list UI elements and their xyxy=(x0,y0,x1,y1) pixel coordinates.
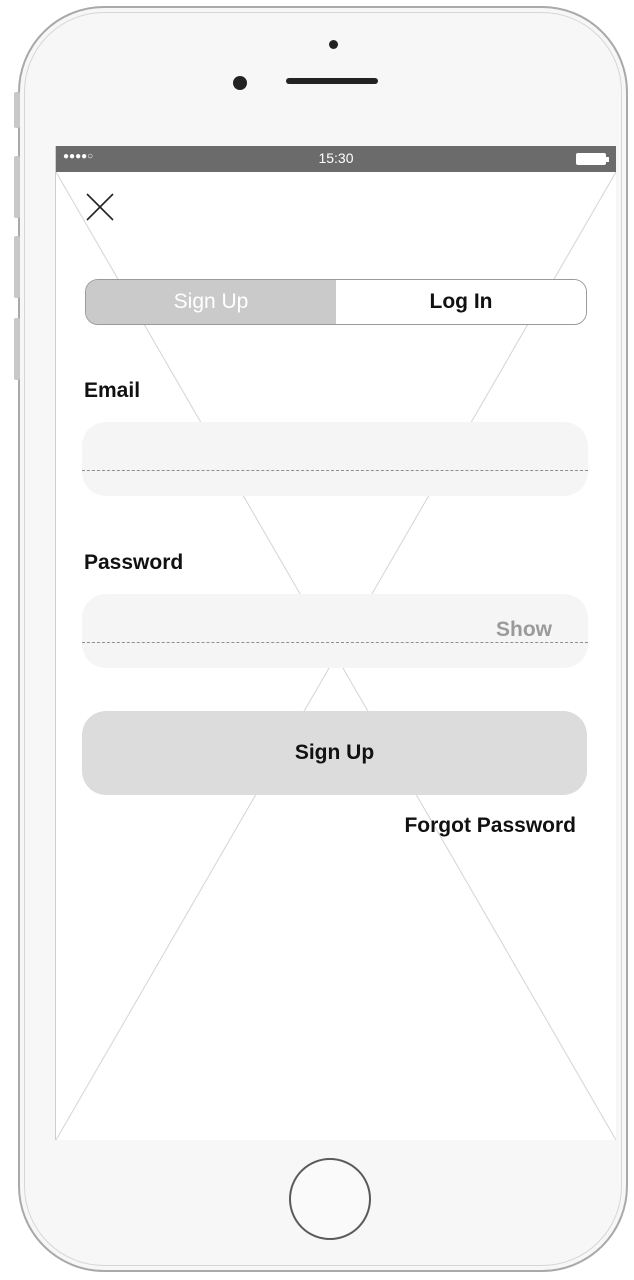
proximity-sensor xyxy=(329,40,338,49)
auth-tabs: Sign Up Log In xyxy=(85,279,587,325)
password-label: Password xyxy=(84,551,184,574)
email-field[interactable] xyxy=(82,422,588,496)
home-button[interactable] xyxy=(289,1158,371,1240)
side-button xyxy=(14,318,20,380)
close-button[interactable] xyxy=(85,192,115,222)
email-label: Email xyxy=(84,379,141,402)
battery-icon xyxy=(576,153,609,165)
forgot-password-link[interactable]: Forgot Password xyxy=(404,814,576,838)
screen: ●●●●○ 15:30 Sign Up Log In Email Passwor… xyxy=(55,146,616,1140)
password-underline xyxy=(82,642,588,643)
sign-up-button[interactable]: Sign Up xyxy=(82,711,587,795)
status-time: 15:30 xyxy=(318,150,354,166)
show-password-button[interactable]: Show xyxy=(494,618,554,642)
tab-log-in[interactable]: Log In xyxy=(336,280,586,324)
password-field[interactable]: Show xyxy=(82,594,588,668)
earpiece-speaker xyxy=(286,78,378,84)
status-bar: ●●●●○ 15:30 xyxy=(56,146,616,172)
volume-up-button xyxy=(14,156,20,218)
email-underline xyxy=(82,470,588,471)
front-camera xyxy=(233,76,247,90)
close-icon xyxy=(86,193,114,221)
mute-switch xyxy=(14,92,20,128)
tab-sign-up[interactable]: Sign Up xyxy=(86,280,336,324)
volume-down-button xyxy=(14,236,20,298)
